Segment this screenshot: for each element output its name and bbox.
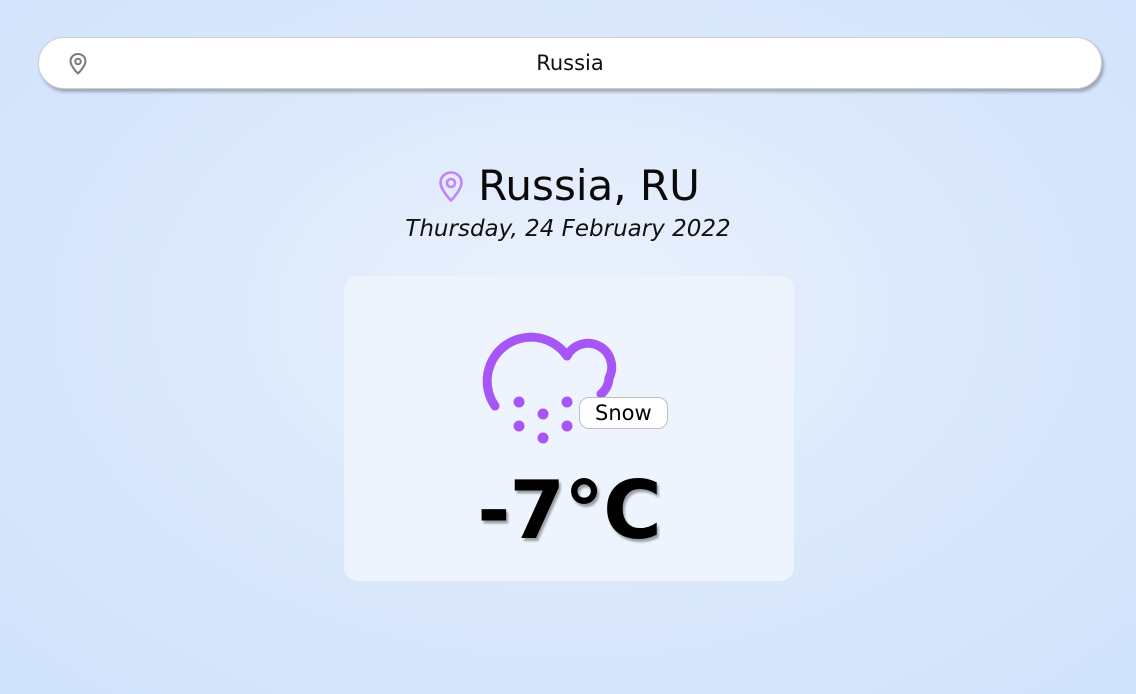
weather-card: Snow -7°C	[344, 276, 794, 581]
map-pin-icon	[67, 52, 89, 76]
search-input[interactable]	[39, 38, 1101, 88]
search-bar[interactable]	[38, 37, 1102, 89]
snow-cloud-icon	[468, 306, 618, 451]
location-header: Russia, RU	[0, 160, 1136, 212]
date-label: Thursday, 24 February 2022	[405, 216, 731, 242]
map-pin-icon	[436, 170, 466, 204]
location-name: Russia, RU	[478, 161, 700, 210]
condition-badge: Snow	[579, 397, 668, 429]
temperature-value: -7°C	[477, 464, 662, 557]
